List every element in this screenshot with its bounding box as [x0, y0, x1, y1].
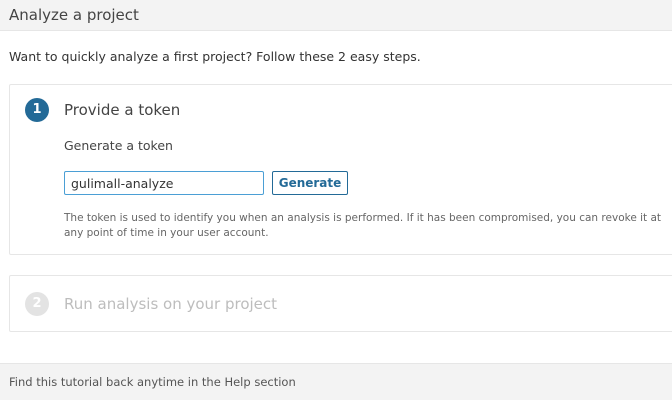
generate-button[interactable]: Generate — [272, 171, 348, 195]
tutorial-modal: Analyze a project Want to quickly analyz… — [0, 0, 672, 400]
modal-footer: Find this tutorial back anytime in the H… — [0, 363, 672, 400]
step-1-number-badge: 1 — [25, 98, 49, 122]
modal-header: Analyze a project — [0, 0, 672, 31]
step-1-title: Provide a token — [64, 101, 181, 119]
step-2-number-badge: 2 — [25, 292, 49, 316]
intro-text: Want to quickly analyze a first project?… — [9, 49, 421, 64]
step-2-title: Run analysis on your project — [64, 295, 278, 313]
footer-help-hint: Find this tutorial back anytime in the H… — [9, 375, 296, 389]
modal-title: Analyze a project — [9, 6, 139, 24]
step-run-analysis: 2 Run analysis on your project — [9, 275, 672, 332]
generate-token-label: Generate a token — [64, 138, 173, 153]
step-provide-token: 1 Provide a token Generate a token Gener… — [9, 84, 672, 255]
token-help-text: The token is used to identify you when a… — [64, 212, 662, 239]
token-name-input[interactable] — [64, 171, 264, 195]
